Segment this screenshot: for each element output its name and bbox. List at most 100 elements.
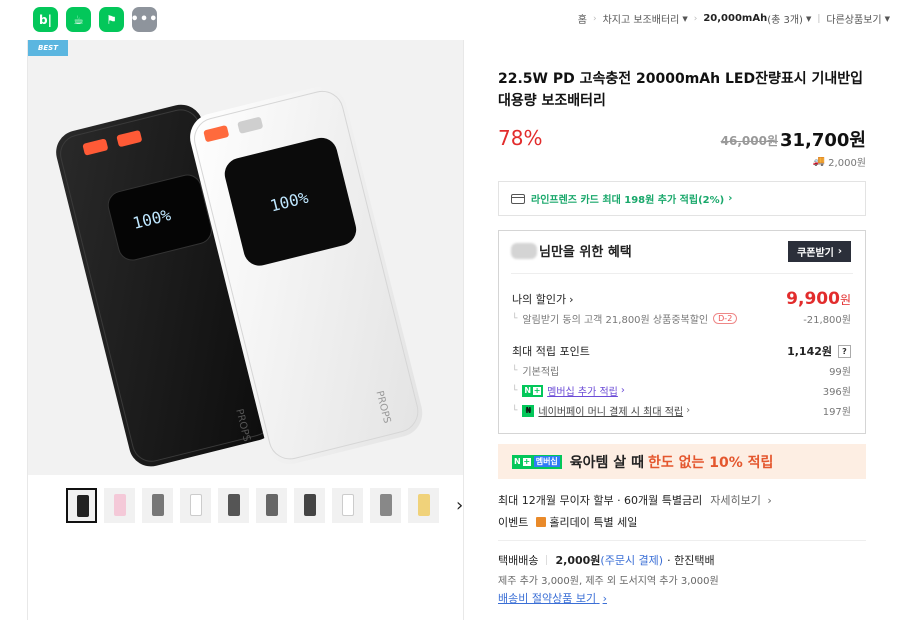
top-bar: b| ☕ ⚑ ••• 홈 › 차지고 보조배터리 ▼ › 20,000mAh (… <box>0 0 900 38</box>
thumbnail[interactable] <box>408 488 439 523</box>
thumbnail[interactable] <box>66 488 97 523</box>
chevron-right-icon: › <box>569 292 574 306</box>
coupon-button[interactable]: 쿠폰받기 › <box>788 241 851 262</box>
basic-points-row: └ 기본적립 99원 <box>512 363 851 379</box>
other-products-label: 다른상품보기 <box>826 15 882 26</box>
naver-plus-membership-icon: N + <box>522 384 544 397</box>
event-text[interactable]: 홀리데이 특별 세일 <box>549 514 637 530</box>
card-offer-text: 라인프렌즈 카드 최대 198원 추가 적립(2%) <box>531 195 725 206</box>
shipping-fee-value: 2,000원 <box>828 158 866 169</box>
card-offer-banner[interactable]: 라인프렌즈 카드 최대 198원 추가 적립(2%) › <box>498 181 866 216</box>
membership-promo-banner[interactable]: N + 멤버십 육아템 살 때 한도 없는 10% 적립 <box>498 444 866 479</box>
thumbnail[interactable] <box>218 488 249 523</box>
breadcrumb-separator: › <box>693 13 698 24</box>
membership-points[interactable]: └ N + 멤버십 추가 적립 › <box>512 383 625 398</box>
main-product-image[interactable]: 100% PROPS 100% PROPS BEST <box>28 40 463 475</box>
truck-icon: 🚚 <box>812 156 826 167</box>
coupon-button-label: 쿠폰받기 <box>797 248 834 259</box>
delivery-info: 택배배송 2,000원 (주문시 결제) · 한진택배 <box>498 552 715 568</box>
divider <box>511 273 853 274</box>
my-price-unit: 원 <box>839 293 851 307</box>
npay-points[interactable]: └ ₦ 네이버페이 머니 결제 시 최대 적립 › <box>512 403 690 418</box>
thumbnail[interactable] <box>332 488 363 523</box>
breadcrumb-separator: › <box>592 13 597 24</box>
shipping-save-label: 배송비 절약상품 보기 <box>498 592 597 605</box>
my-price-row: 나의 할인가 › 9,900원 <box>512 289 851 309</box>
points-label: 최대 적립 포인트 <box>512 345 590 358</box>
thumbnail[interactable] <box>294 488 325 523</box>
breadcrumb-category-label: 차지고 보조배터리 <box>602 15 680 26</box>
promo-text-plain: 육아템 살 때 <box>569 454 644 471</box>
npay-points-value: 197원 <box>822 407 851 418</box>
my-price-value: 9,900 <box>786 289 840 309</box>
npay-points-label: 네이버페이 머니 결제 시 최대 적립 <box>538 407 684 418</box>
promo-text-accent: 한도 없는 10% 적립 <box>647 454 774 471</box>
chevron-down-icon: ▼ <box>682 14 688 23</box>
more-apps-icon[interactable]: ••• <box>131 7 157 32</box>
chevron-right-icon: › <box>620 385 625 396</box>
notify-discount-value: -21,800원 <box>803 315 851 326</box>
breadcrumb-separator: | <box>817 13 821 24</box>
basic-points: └ 기본적립 <box>512 363 560 379</box>
thumbnail[interactable] <box>370 488 401 523</box>
basic-points-value: 99원 <box>829 367 851 378</box>
breadcrumb-filter[interactable]: 20,000mAh (총 3개) ▼ <box>703 11 811 26</box>
chevron-down-icon: ▼ <box>884 14 890 23</box>
sub-item-icon: └ <box>512 313 518 324</box>
sub-item-icon: └ <box>512 405 518 416</box>
breadcrumb: 홈 › 차지고 보조배터리 ▼ › 20,000mAh (총 3개) ▼ | 다… <box>578 11 890 26</box>
installment-info: 최대 12개월 무이자 할부 · 60개월 특별금리 자세히보기 › <box>498 492 772 508</box>
points-value: 1,142원 <box>787 345 832 358</box>
basic-points-label: 기본적립 <box>522 367 560 378</box>
my-price: 9,900원 <box>786 289 851 309</box>
sale-price: 31,700원 <box>779 130 866 151</box>
installment-more-link[interactable]: 자세히보기 › <box>710 492 772 508</box>
notify-discount-row: └ 알림받기 동의 고객 21,800원 상품중복할인 D-2 -21,800원 <box>512 311 851 326</box>
other-products-link[interactable]: 다른상품보기 ▼ <box>826 11 890 27</box>
membership-points-row: └ N + 멤버십 추가 적립 › 396원 <box>512 383 851 398</box>
help-icon[interactable]: ? <box>838 344 851 358</box>
sub-item-icon: └ <box>512 385 518 396</box>
credit-card-icon <box>511 193 525 204</box>
promo-badge-n: N <box>514 457 521 466</box>
thumbnail[interactable] <box>180 488 211 523</box>
sub-item-icon: └ <box>512 365 518 376</box>
cafe-icon[interactable]: ☕ <box>66 7 91 32</box>
membership-points-label: 멤버십 추가 적립 <box>547 387 618 398</box>
notify-discount: └ 알림받기 동의 고객 21,800원 상품중복할인 D-2 <box>512 311 738 326</box>
breadcrumb-category[interactable]: 차지고 보조배터리 ▼ <box>602 11 688 27</box>
shipping-save-link[interactable]: 배송비 절약상품 보기 › <box>498 590 607 606</box>
breadcrumb-filter-count: (총 3개) <box>767 15 803 26</box>
power-bank-illustration: 100% PROPS 100% PROPS <box>56 86 423 467</box>
next-thumbnail-icon[interactable]: › <box>456 496 463 515</box>
notify-discount-label: 알림받기 동의 고객 21,800원 상품중복할인 <box>522 315 709 326</box>
blog-icon[interactable]: b| <box>33 7 58 32</box>
chevron-right-icon: › <box>602 592 607 605</box>
thumbnail[interactable] <box>104 488 135 523</box>
thumbnail[interactable] <box>142 488 173 523</box>
benefit-heading: 님만을 위한 혜택 <box>511 241 632 260</box>
naver-pay-icon: ₦ <box>522 404 535 417</box>
delivery-extra-fee: 제주 추가 3,000원, 제주 외 도서지역 추가 3,000원 <box>498 576 719 587</box>
chevron-down-icon: ▼ <box>805 14 812 23</box>
my-price-link[interactable]: 나의 할인가 › <box>512 291 574 307</box>
vertical-separator <box>546 555 548 565</box>
thumbnail[interactable] <box>256 488 287 523</box>
points-row: 최대 적립 포인트 1,142원 ? <box>512 343 851 359</box>
chevron-right-icon: › <box>728 193 733 204</box>
npay-points-row: └ ₦ 네이버페이 머니 결제 시 최대 적립 › 197원 <box>512 403 851 418</box>
breadcrumb-home[interactable]: 홈 <box>578 11 587 26</box>
delivery-fee-note: (주문시 결제) <box>600 554 664 567</box>
delivery-type: 택배배송 <box>498 554 539 567</box>
naver-plus-membership-icon: N + 멤버십 <box>512 454 562 469</box>
event-label: 이벤트 <box>498 516 529 529</box>
shipping-fee: 🚚 2,000원 <box>813 154 866 169</box>
membership-points-value: 396원 <box>822 387 851 398</box>
installment-text: 최대 12개월 무이자 할부 · 60개월 특별금리 <box>498 494 703 507</box>
chevron-right-icon: › <box>837 246 842 257</box>
divider <box>498 540 866 541</box>
promo-badge-plus: + <box>522 457 531 466</box>
app-shortcuts: b| ☕ ⚑ ••• <box>33 7 157 32</box>
bookmark-icon[interactable]: ⚑ <box>99 7 124 32</box>
chevron-right-icon: › <box>686 405 691 416</box>
